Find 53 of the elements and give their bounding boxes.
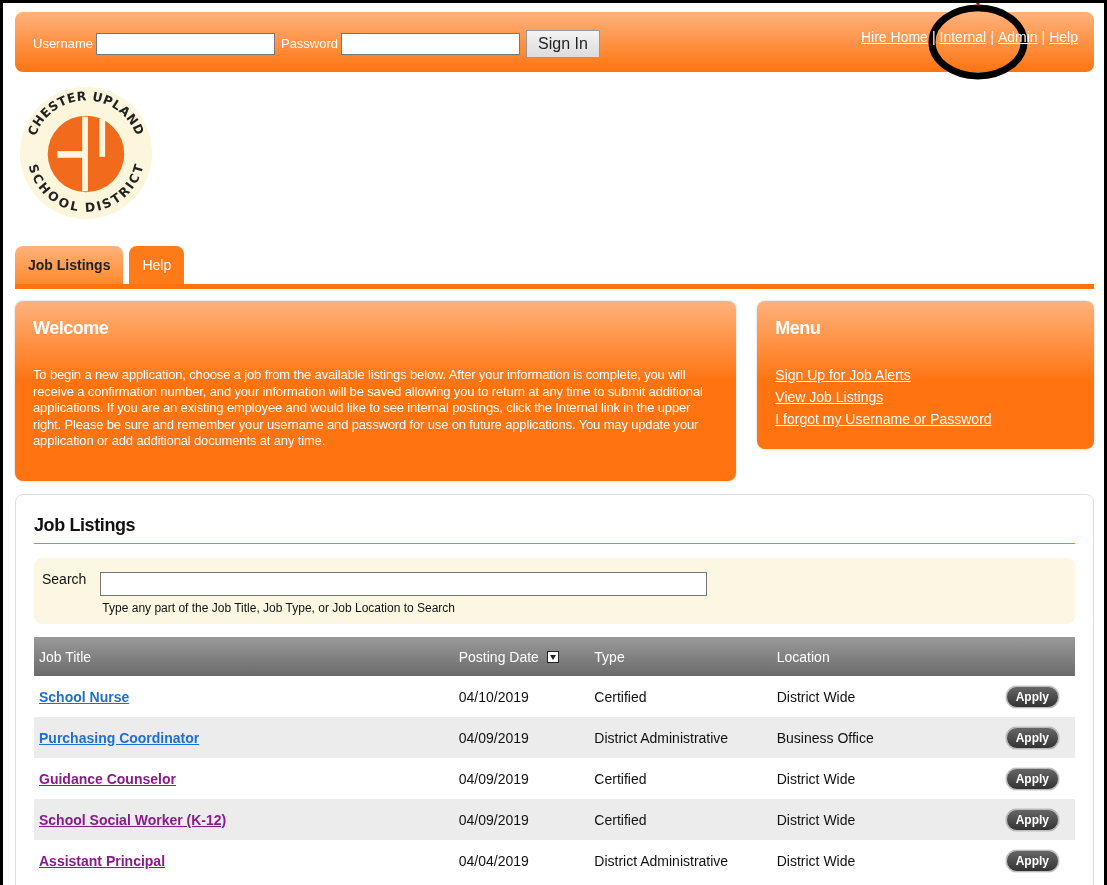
job-title-link[interactable]: School Nurse xyxy=(39,688,130,705)
search-hint: Type any part of the Job Title, Job Type, or Job Location to Search xyxy=(102,601,457,615)
search-label: Search xyxy=(42,571,87,589)
table-cell: 04/09/2019 xyxy=(453,799,590,840)
apply-button[interactable]: Apply xyxy=(1005,767,1059,790)
header-link[interactable]: Internal xyxy=(939,29,987,45)
job-title-link[interactable]: Guidance Counselor xyxy=(39,770,176,787)
column-header[interactable]: Type xyxy=(594,649,625,666)
table-cell: 04/04/2019 xyxy=(453,840,590,881)
link-separator: | xyxy=(1041,29,1046,45)
sort-icon[interactable] xyxy=(546,651,559,664)
link-separator: | xyxy=(990,29,994,45)
menu-link[interactable]: Sign Up for Job Alerts xyxy=(775,367,911,383)
table-cell: District Administrative xyxy=(589,840,772,881)
job-title-link[interactable]: Purchasing Coordinator xyxy=(39,729,200,746)
sign-in-button[interactable]: Sign In xyxy=(526,29,600,58)
table-cell: 04/10/2019 xyxy=(453,676,590,717)
search-field[interactable] xyxy=(100,572,708,596)
table-cell: District Administrative xyxy=(589,717,772,758)
table-cell: 04/09/2019 xyxy=(453,758,590,799)
link-separator: | xyxy=(931,29,936,45)
menu-link[interactable]: I forgot my Username or Password xyxy=(775,411,992,427)
panel-title: Menu xyxy=(775,318,1076,349)
username-field[interactable] xyxy=(95,32,275,55)
table-cell: 04/09/2019 xyxy=(453,717,590,758)
table-cell: Business Office xyxy=(771,717,1001,758)
apply-button[interactable]: Apply xyxy=(1005,849,1059,872)
welcome-text: To begin a new application, choose a job from the available listings below. After your information is complete, you will receive a confirmation number, and your information will be saved allowing you to return at any time to submit additional applications. If you are an existing employee and would like to see internal postings, click the Internal link in the upper right. Please be sure and remember your username and password for use on future applications. You may update your application or add additional documents at any time. xyxy=(33,367,704,450)
header-link[interactable]: Help xyxy=(1049,29,1078,45)
password-field[interactable] xyxy=(341,32,521,55)
table-cell: Certified xyxy=(589,758,772,799)
table-cell: District Wide xyxy=(771,676,1001,717)
column-header[interactable]: Location xyxy=(776,649,830,666)
tab[interactable]: Help xyxy=(129,246,185,284)
column-header[interactable]: Posting Date xyxy=(458,649,539,666)
password-label: Password xyxy=(280,36,339,51)
panel-title: Welcome xyxy=(33,318,719,349)
table-cell: District Wide xyxy=(771,840,1001,881)
apply-button[interactable]: Apply xyxy=(1005,685,1059,708)
apply-button[interactable]: Apply xyxy=(1005,808,1059,831)
job-title-link[interactable]: Assistant Principal xyxy=(39,852,166,869)
table-cell: District Wide xyxy=(771,799,1001,840)
table-cell: Certified xyxy=(589,676,772,717)
table-cell: Certified xyxy=(589,799,772,840)
table-cell: District Wide xyxy=(771,758,1001,799)
job-title-link[interactable]: School Social Worker (K-12) xyxy=(39,811,227,828)
tab[interactable]: Job Listings xyxy=(15,246,124,284)
column-header[interactable]: Job Title xyxy=(39,649,92,666)
header-link[interactable]: Hire Home xyxy=(861,29,928,45)
menu-link[interactable]: View Job Listings xyxy=(775,389,884,405)
section-title: Job Listings xyxy=(34,515,1075,544)
username-label: Username xyxy=(33,36,93,51)
apply-button[interactable]: Apply xyxy=(1005,726,1059,749)
